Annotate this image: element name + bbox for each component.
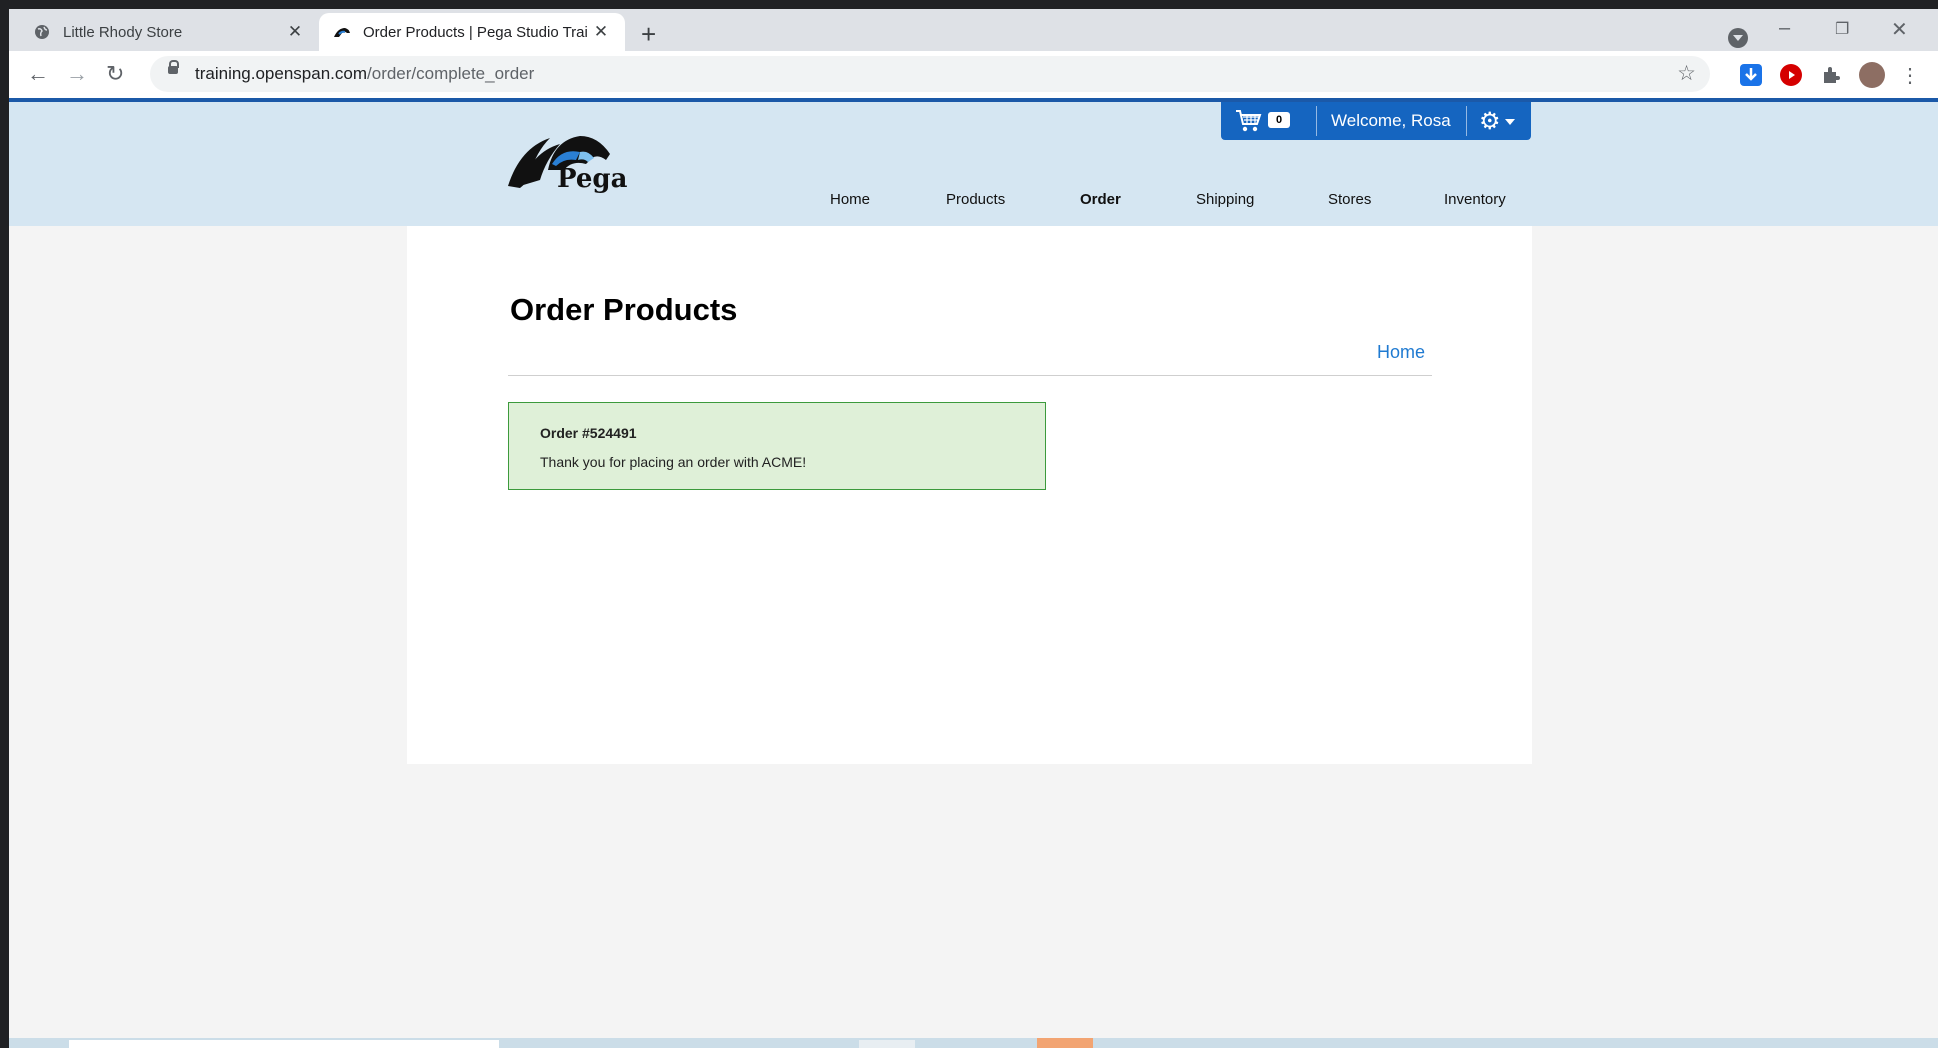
web-page: Pega 0 Welcome, Rosa ⚙ Home Products Ord… [9, 98, 1938, 1048]
bookmark-star-icon[interactable]: ☆ [1677, 61, 1696, 86]
url-domain: training.openspan.com [195, 64, 368, 83]
window-frame-left [0, 0, 9, 1048]
confirmation-text: Thank you for placing an order with ACME… [540, 454, 807, 470]
tab-title: Order Products | Pega Studio Trai [363, 23, 588, 41]
lock-icon[interactable] [168, 60, 179, 74]
tab-strip: Little Rhody Store ✕ Order Products | Pe… [9, 9, 1938, 51]
main-content: Order Products Home Order #524491 Thank … [407, 226, 1532, 764]
taskbar-search[interactable] [69, 1040, 499, 1048]
address-bar[interactable]: training.openspan.com/order/complete_ord… [150, 56, 1710, 92]
window-frame-top [0, 0, 1938, 9]
globe-icon [33, 23, 51, 41]
url-path: /order/complete_order [367, 64, 535, 83]
nav-products[interactable]: Products [946, 191, 1005, 208]
reload-button[interactable]: ↻ [106, 61, 124, 87]
os-taskbar [9, 1038, 1938, 1048]
tab-close-icon[interactable]: ✕ [285, 22, 305, 42]
browser-toolbar: ← → ↻ training.openspan.com/order/comple… [9, 51, 1938, 98]
nav-stores[interactable]: Stores [1328, 191, 1371, 208]
taskbar-app[interactable] [859, 1040, 915, 1048]
tab-search-icon[interactable] [1728, 28, 1748, 48]
logo-text: Pega [557, 164, 628, 194]
minimize-button[interactable]: – [1779, 17, 1790, 40]
user-toolbar: 0 Welcome, Rosa ⚙ [1221, 102, 1531, 140]
chevron-down-icon[interactable] [1505, 119, 1515, 125]
new-tab-button[interactable]: + [641, 21, 656, 47]
restore-button[interactable]: ❐ [1835, 19, 1849, 39]
puzzle-extension-icon[interactable] [1820, 64, 1842, 86]
tab-order-products[interactable]: Order Products | Pega Studio Trai ✕ [319, 13, 625, 51]
welcome-user-menu[interactable]: Welcome, Rosa [1331, 111, 1451, 131]
gear-icon[interactable]: ⚙ [1479, 107, 1501, 136]
url-text[interactable]: training.openspan.com/order/complete_ord… [195, 64, 534, 84]
toolbar-divider [1466, 106, 1467, 136]
order-number: Order #524491 [540, 425, 637, 441]
nav-home[interactable]: Home [830, 191, 870, 208]
tab-title: Little Rhody Store [63, 23, 183, 41]
nav-shipping[interactable]: Shipping [1196, 191, 1254, 208]
home-link[interactable]: Home [1377, 342, 1425, 363]
cart-count-badge: 0 [1268, 112, 1290, 128]
forward-button[interactable]: → [66, 61, 88, 87]
tab-close-icon[interactable]: ✕ [591, 22, 611, 42]
page-title: Order Products [510, 292, 738, 327]
download-extension-icon[interactable] [1740, 64, 1762, 86]
toolbar-divider [1316, 106, 1317, 136]
site-header: Pega 0 Welcome, Rosa ⚙ Home Products Ord… [9, 102, 1938, 226]
chrome-menu-icon[interactable]: ⋮ [1900, 63, 1920, 88]
nav-inventory[interactable]: Inventory [1444, 191, 1506, 208]
back-button[interactable]: ← [27, 61, 49, 87]
order-confirmation-message: Order #524491 Thank you for placing an o… [508, 402, 1046, 490]
record-extension-icon[interactable] [1780, 64, 1802, 86]
profile-avatar[interactable] [1859, 62, 1885, 88]
nav-order[interactable]: Order [1080, 191, 1121, 208]
title-divider [508, 375, 1432, 376]
taskbar-app-active[interactable] [1037, 1038, 1093, 1048]
tab-little-rhody-store[interactable]: Little Rhody Store ✕ [19, 13, 319, 51]
close-window-button[interactable]: ✕ [1891, 17, 1908, 42]
pega-favicon-icon [333, 23, 351, 41]
shopping-cart-icon[interactable] [1235, 109, 1263, 133]
